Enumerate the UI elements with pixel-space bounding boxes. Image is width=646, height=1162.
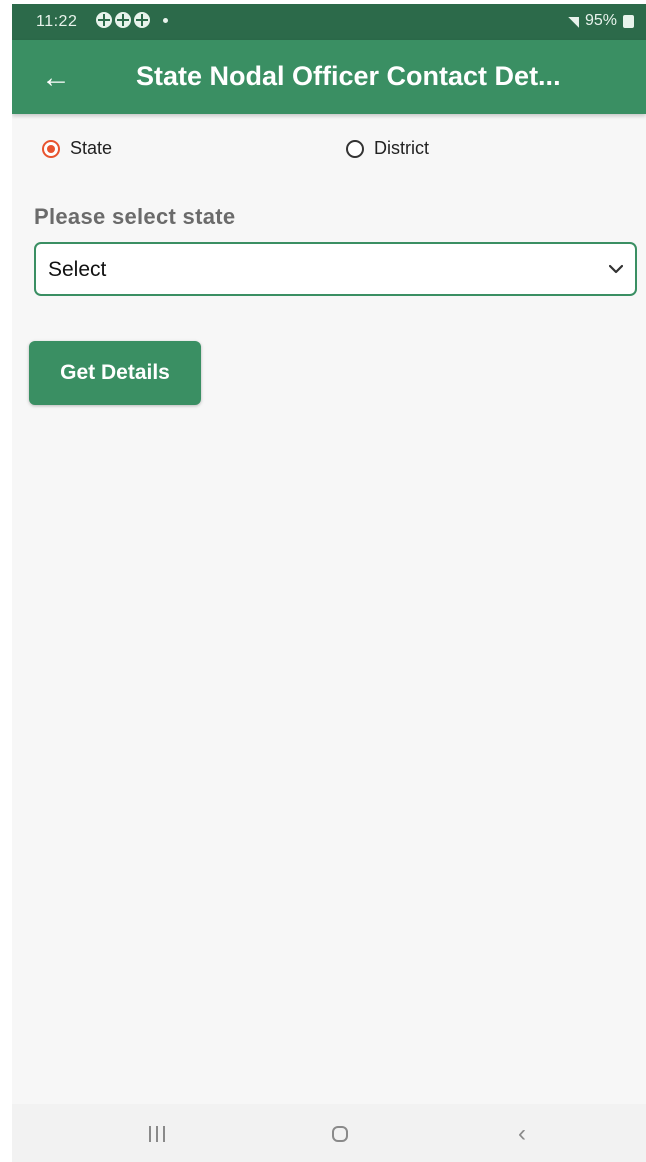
radio-unchecked-icon (346, 139, 364, 158)
radio-checked-icon (42, 139, 60, 158)
more-notifications-dot-icon (163, 17, 168, 23)
state-dropdown[interactable]: Select (34, 242, 637, 296)
page-title: State Nodal Officer Contact Det... (136, 61, 561, 91)
back-button[interactable]: ← (34, 56, 78, 100)
radio-state-label: State (70, 138, 113, 158)
home-icon (332, 1126, 348, 1142)
notification-icon (96, 12, 112, 28)
system-back-button[interactable]: ‹ (492, 1114, 552, 1154)
recents-icon (149, 1126, 165, 1142)
battery-icon (623, 14, 634, 28)
select-state-label: Please select state (34, 204, 236, 229)
status-bar: 11:22 ◥ 95% (12, 4, 646, 40)
radio-state[interactable]: State (42, 138, 112, 159)
system-nav-bar: ‹ (12, 1104, 646, 1162)
chevron-left-icon: ‹ (518, 1120, 526, 1147)
status-time: 11:22 (36, 13, 78, 30)
level-radio-group: State District (12, 138, 646, 168)
recents-button[interactable] (127, 1114, 187, 1154)
radio-district[interactable]: District (346, 138, 429, 159)
notification-icons (96, 12, 168, 28)
app-screen: 11:22 ◥ 95% ← State Nodal Officer Contac… (12, 4, 646, 1162)
chevron-down-icon (609, 264, 623, 274)
arrow-left-icon: ← (41, 61, 71, 94)
state-dropdown-value: Select (48, 258, 107, 281)
battery-percent: 95% (584, 12, 617, 29)
notification-icon (115, 12, 131, 28)
notification-icon (134, 12, 150, 28)
app-bar: ← State Nodal Officer Contact Det... (12, 40, 646, 114)
get-details-button[interactable]: Get Details (29, 341, 201, 405)
status-right: ◥ 95% (568, 12, 634, 30)
wifi-signal-icon: ◥ (568, 12, 579, 29)
home-button[interactable] (310, 1114, 370, 1154)
radio-district-label: District (374, 138, 429, 158)
